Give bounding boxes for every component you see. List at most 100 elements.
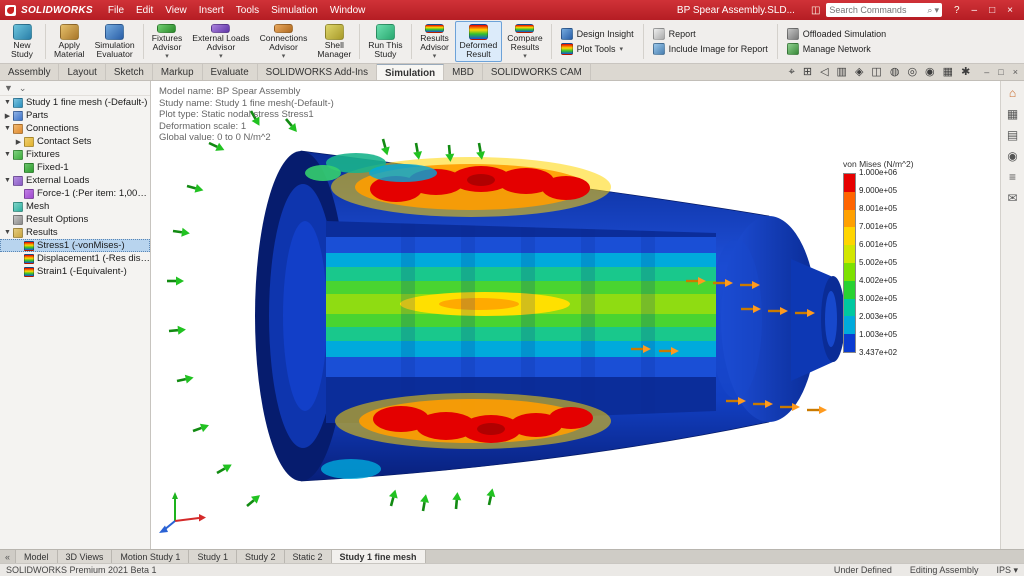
expander-open-icon[interactable]: ▼ xyxy=(3,99,12,106)
design-library-icon[interactable]: ▦ xyxy=(1007,108,1018,120)
shell-manager-button[interactable]: ShellManager xyxy=(312,21,356,62)
tree-item-external-loads[interactable]: ▼External Loads xyxy=(0,174,150,187)
compare-results-button[interactable]: CompareResults▾ xyxy=(502,21,547,62)
search-dropdown-icon[interactable]: ▾ xyxy=(934,5,939,16)
tab-model[interactable]: Model xyxy=(16,550,58,563)
dropdown-caret-icon[interactable]: ▾ xyxy=(619,46,623,53)
doc-restore-icon[interactable]: □ xyxy=(998,67,1003,77)
previous-view-icon[interactable]: ◁ xyxy=(820,67,828,78)
maximize-icon[interactable]: □ xyxy=(983,5,1001,16)
offloaded-simulation-button[interactable]: Offloaded Simulation xyxy=(787,28,886,40)
tree-item-force-1[interactable]: Force-1 (:Per item: 1,000 lbf:) xyxy=(0,187,150,200)
menu-simulation[interactable]: Simulation xyxy=(266,5,323,16)
tree-item-mesh[interactable]: Mesh xyxy=(0,200,150,213)
tab-study-1-fine-mesh[interactable]: Study 1 fine mesh xyxy=(332,550,426,563)
search-input[interactable] xyxy=(829,5,925,15)
tree-item-connections[interactable]: ▼Connections xyxy=(0,122,150,135)
scroll-tabs-icon[interactable]: « xyxy=(5,552,10,562)
dropdown-caret-icon[interactable]: ▾ xyxy=(165,53,169,60)
filter-tree-icon[interactable]: ▼ xyxy=(4,83,13,93)
file-explorer-icon[interactable]: ▤ xyxy=(1007,129,1018,141)
menu-insert[interactable]: Insert xyxy=(194,5,229,16)
tree-item-contact-sets[interactable]: ▶Contact Sets xyxy=(0,135,150,148)
menu-view[interactable]: View xyxy=(160,5,192,16)
tab-solidworks-cam[interactable]: SOLIDWORKS CAM xyxy=(483,64,591,80)
command-search[interactable]: ⌕ ▾ xyxy=(826,3,942,17)
tree-item-stress1[interactable]: Stress1 (-vonMises-) xyxy=(0,239,150,252)
run-this-study-button[interactable]: Run ThisStudy xyxy=(363,21,407,62)
dynamic-annotation-icon[interactable]: ◈ xyxy=(855,67,863,78)
tree-item-strain1[interactable]: Strain1 (-Equivalent-) xyxy=(0,265,150,278)
manage-network-button[interactable]: Manage Network xyxy=(787,43,886,55)
expander-open-icon[interactable]: ▼ xyxy=(3,125,12,132)
simulation-evaluator-button[interactable]: SimulationEvaluator xyxy=(90,21,140,62)
zoom-to-area-icon[interactable]: ⊞ xyxy=(803,67,812,78)
results-advisor-button[interactable]: ResultsAdvisor▾ xyxy=(415,21,455,62)
tree-item-study[interactable]: ▼Study 1 fine mesh (-Default-) xyxy=(0,96,150,109)
new-study-button[interactable]: NewStudy xyxy=(2,21,42,62)
apply-scene-icon[interactable]: ▦ xyxy=(943,67,953,78)
deformed-result-button[interactable]: DeformedResult xyxy=(455,21,503,62)
dropdown-caret-icon[interactable]: ▾ xyxy=(433,53,437,60)
help-icon[interactable]: ? xyxy=(950,5,964,16)
tab-evaluate[interactable]: Evaluate xyxy=(203,64,258,80)
tab-study-1[interactable]: Study 1 xyxy=(189,550,237,563)
tree-item-fixtures[interactable]: ▼Fixtures xyxy=(0,148,150,161)
status-units[interactable]: IPS ▾ xyxy=(996,565,1018,576)
display-style-icon[interactable]: ◍ xyxy=(890,67,900,78)
external-loads-advisor-button[interactable]: External LoadsAdvisor▾ xyxy=(187,21,254,62)
doc-close-icon[interactable]: × xyxy=(1013,67,1018,77)
tab-mbd[interactable]: MBD xyxy=(444,64,483,80)
include-image-for-report-button[interactable]: Include Image for Report xyxy=(653,43,768,55)
tree-options-icon[interactable]: ⌄ xyxy=(19,83,27,94)
doc-minimize-icon[interactable]: – xyxy=(984,67,989,77)
design-insight-button[interactable]: Design Insight xyxy=(561,28,634,40)
expander-open-icon[interactable]: ▼ xyxy=(3,229,12,236)
section-view-icon[interactable]: ▥ xyxy=(837,67,847,78)
dropdown-caret-icon[interactable]: ▾ xyxy=(523,53,527,60)
search-icon[interactable]: ⌕ xyxy=(927,5,932,16)
edit-appearance-icon[interactable]: ◉ xyxy=(925,67,935,78)
tab-simulation[interactable]: Simulation xyxy=(377,64,444,80)
connections-advisor-button[interactable]: ConnectionsAdvisor▾ xyxy=(255,21,313,62)
dropdown-caret-icon[interactable]: ▾ xyxy=(219,53,223,60)
menu-file[interactable]: File xyxy=(103,5,129,16)
apply-material-button[interactable]: ApplyMaterial xyxy=(49,21,90,62)
tree-item-displacement1[interactable]: Displacement1 (-Res disp-) xyxy=(0,252,150,265)
graphics-viewport[interactable]: Model name: BP Spear Assembly Study name… xyxy=(151,81,1000,549)
tree-item-fixed-1[interactable]: Fixed-1 xyxy=(0,161,150,174)
tree-item-results[interactable]: ▼Results xyxy=(0,226,150,239)
custom-properties-icon[interactable]: ≡ xyxy=(1009,171,1016,183)
menu-tools[interactable]: Tools xyxy=(231,5,264,16)
expander-closed-icon[interactable]: ▶ xyxy=(3,112,12,120)
tree-item-parts[interactable]: ▶Parts xyxy=(0,109,150,122)
tab-solidworks-add-ins[interactable]: SOLIDWORKS Add-Ins xyxy=(258,64,377,80)
comments-icon[interactable]: ✉ xyxy=(1007,192,1017,204)
close-icon[interactable]: × xyxy=(1001,5,1019,16)
zoom-to-fit-icon[interactable]: ⌖ xyxy=(789,67,795,78)
minimize-icon[interactable]: – xyxy=(966,5,984,16)
plot-tools-button[interactable]: Plot Tools▾ xyxy=(561,43,634,55)
home-icon[interactable]: ⌂ xyxy=(1009,87,1016,99)
expander-closed-icon[interactable]: ▶ xyxy=(14,138,23,146)
expander-open-icon[interactable]: ▼ xyxy=(3,177,12,184)
expander-open-icon[interactable]: ▼ xyxy=(3,151,12,158)
tab-layout[interactable]: Layout xyxy=(59,64,105,80)
tab-3d-views[interactable]: 3D Views xyxy=(58,550,113,563)
tab-motion-study-1[interactable]: Motion Study 1 xyxy=(112,550,189,563)
tab-study-2[interactable]: Study 2 xyxy=(237,550,285,563)
appearances-icon[interactable]: ◉ xyxy=(1007,150,1017,162)
report-button[interactable]: Report xyxy=(653,28,768,40)
tab-markup[interactable]: Markup xyxy=(153,64,203,80)
tab-static-2[interactable]: Static 2 xyxy=(285,550,332,563)
tree-item-result-options[interactable]: Result Options xyxy=(0,213,150,226)
dropdown-caret-icon[interactable]: ▾ xyxy=(282,53,286,60)
menu-edit[interactable]: Edit xyxy=(131,5,158,16)
fixtures-advisor-button[interactable]: FixturesAdvisor▾ xyxy=(147,21,188,62)
hide-show-items-icon[interactable]: ◎ xyxy=(907,67,917,78)
tab-sketch[interactable]: Sketch xyxy=(106,64,153,80)
view-settings-icon[interactable]: ✱ xyxy=(961,67,970,78)
screenshot-icon[interactable]: ◫ xyxy=(807,5,824,16)
view-orientation-icon[interactable]: ◫ xyxy=(871,67,881,78)
menu-window[interactable]: Window xyxy=(325,5,371,16)
